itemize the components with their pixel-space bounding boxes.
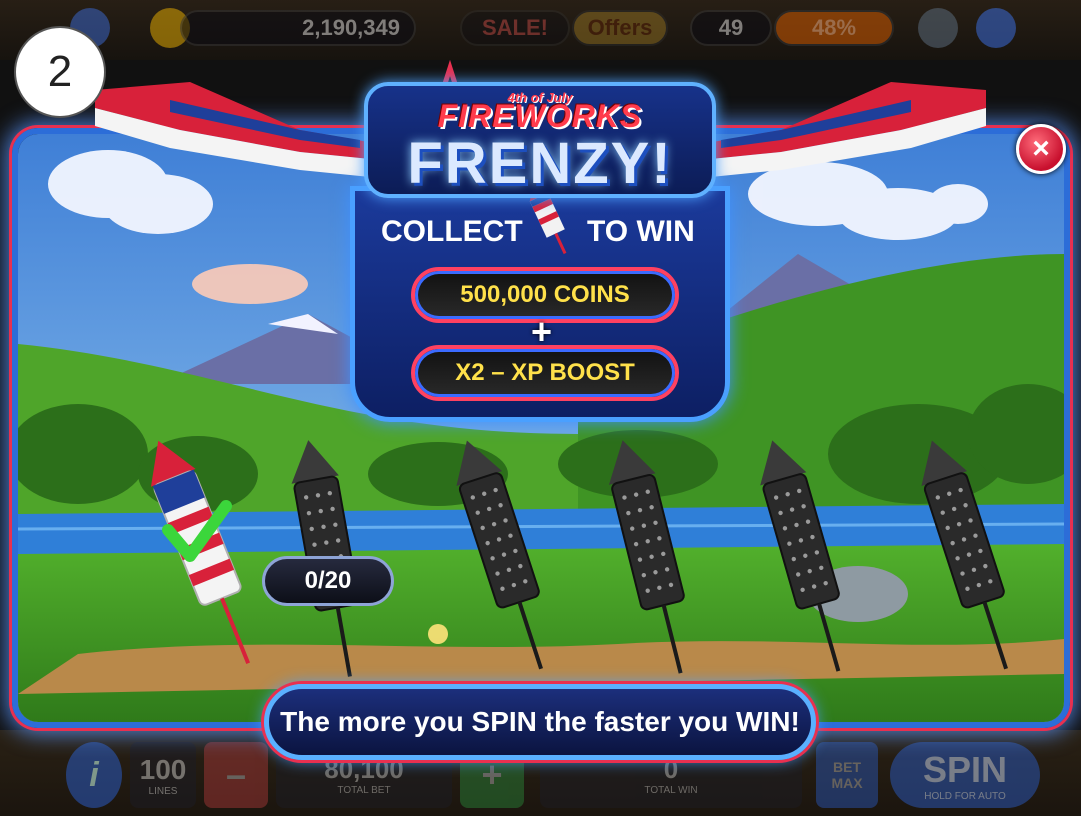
decrease-bet-button[interactable]: – [204, 742, 268, 808]
title-panel: 4th of July FIREWORKS FRENZY! [364, 82, 716, 198]
minus-icon: – [225, 754, 247, 795]
info-button[interactable]: i [66, 742, 122, 808]
collect-suffix: TO WIN [587, 215, 695, 248]
lines-value: 100 [139, 753, 187, 785]
total-bet-label: TOTAL BET [337, 785, 391, 796]
xp-percent: 48% [774, 10, 894, 46]
plus-icon: + [481, 754, 503, 795]
title-frenzy: FRENZY! [407, 131, 673, 196]
sale-label[interactable]: SALE! [460, 10, 570, 46]
coin-balance: 2,190,349 [180, 10, 416, 46]
plus-sign: + [531, 311, 553, 352]
xp-boost-prize: X2 – XP BOOST [411, 345, 679, 401]
spin-label: SPIN [922, 748, 1008, 790]
lines-label: LINES [148, 785, 178, 797]
close-button[interactable]: × [1016, 124, 1066, 174]
spin-button[interactable]: SPIN HOLD FOR AUTO [890, 742, 1040, 808]
bet-max-button[interactable]: BET MAX [816, 742, 878, 808]
level-value: 49 [690, 10, 772, 46]
friends-icon[interactable] [918, 8, 958, 48]
bet-max-line1: BET [833, 759, 861, 775]
sound-icon[interactable] [976, 8, 1016, 48]
total-win-label: TOTAL WIN [644, 785, 698, 796]
rocket-progress-counter: 0/20 [262, 556, 394, 606]
info-label: i [89, 755, 99, 794]
prize-panel: COLLECT TO WIN 500,000 COINS + X2 – XP B… [350, 184, 730, 422]
step-number-badge: 2 [14, 26, 106, 118]
spin-hint: HOLD FOR AUTO [924, 790, 1006, 802]
lines-display: 100 LINES [130, 742, 196, 808]
collect-prefix: COLLECT [381, 215, 523, 248]
bet-max-line2: MAX [831, 775, 863, 791]
spin-tip-banner: The more you SPIN the faster you WIN! [264, 684, 816, 760]
offers-label[interactable]: Offers [572, 10, 668, 46]
